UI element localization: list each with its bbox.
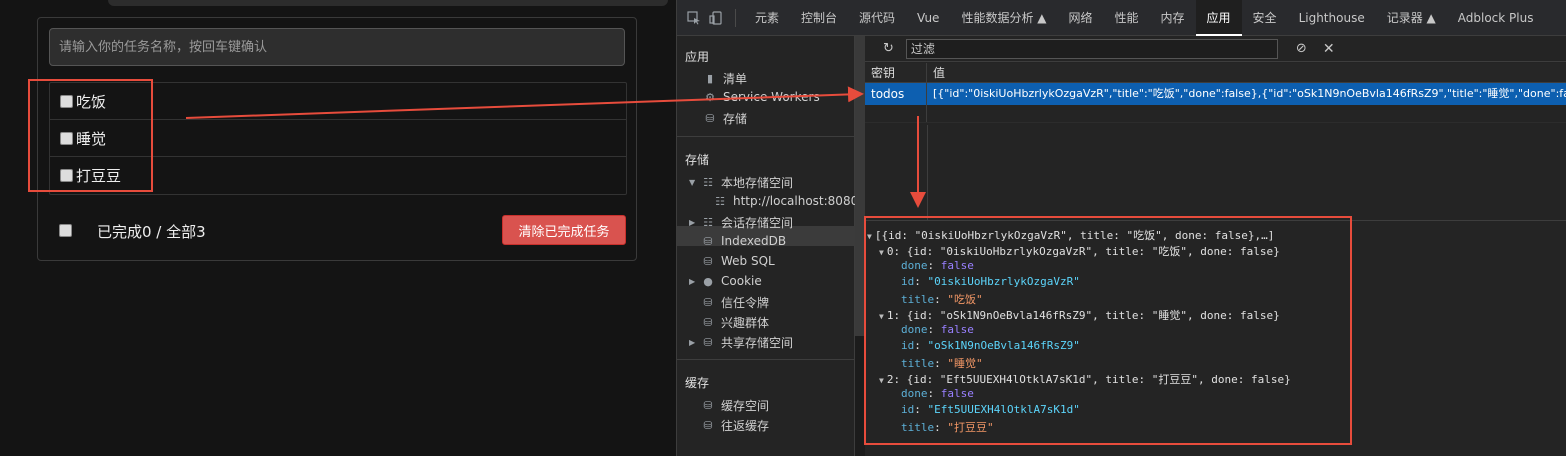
sidebar-header-application: 应用	[685, 50, 710, 64]
tab-vue[interactable]: Vue	[906, 0, 950, 36]
sidebar-item-indexeddb[interactable]: ⛁ IndexedDB	[701, 234, 786, 248]
devtools-tabbar: 元素 控制台 源代码 Vue 性能数据分析 ▲ 网络 性能 内存 应用 安全 L…	[677, 0, 1566, 36]
filter-input[interactable]	[905, 38, 1278, 59]
collapsed-triangle-icon: ▶	[689, 338, 696, 347]
todo-app: 吃饭 睡觉 打豆豆 已完成0 / 全部3 清除已完成任务	[0, 0, 676, 456]
collapsed-triangle-icon: ▶	[689, 218, 696, 227]
delete-selected-icon[interactable]: ✕	[1323, 41, 1335, 57]
clear-completed-button[interactable]: 清除已完成任务	[502, 215, 626, 245]
column-divider	[927, 125, 928, 220]
cookie-icon: ●	[703, 274, 713, 288]
sidebar-item-trust-tokens[interactable]: ⛁ 信任令牌	[701, 294, 769, 311]
tab-performance[interactable]: 性能	[1104, 0, 1150, 36]
expanded-triangle-icon: ▼	[689, 178, 696, 187]
sidebar-item-storage[interactable]: ⛁ 存储	[703, 110, 747, 127]
sidebar-header-cache: 缓存	[685, 376, 710, 390]
annotation-box-preview	[864, 216, 1352, 445]
task-name-input[interactable]	[49, 28, 625, 66]
sidebar-item-back-forward-cache[interactable]: ⛁ 往返缓存	[701, 417, 769, 434]
sidebar-item-shared-storage[interactable]: ▶ ⛁ 共享存储空间	[689, 334, 793, 351]
database-icon: ⛁	[703, 316, 713, 329]
refresh-icon[interactable]: ↻	[883, 41, 894, 56]
select-all-checkbox[interactable]	[59, 224, 72, 237]
sidebar-item-local-storage[interactable]: ▼ ☷ 本地存储空间	[689, 174, 793, 191]
column-header-key[interactable]: 密钥	[865, 63, 927, 82]
sidebar-item-cache-storage[interactable]: ⛁ 缓存空间	[701, 397, 769, 414]
column-header-value[interactable]: 值	[927, 63, 1566, 82]
sidebar-divider	[677, 136, 855, 137]
tab-application[interactable]: 应用	[1195, 0, 1242, 36]
tab-lighthouse[interactable]: Lighthouse	[1288, 0, 1376, 36]
tab-sources[interactable]: 源代码	[848, 0, 906, 36]
tab-memory[interactable]: 内存	[1150, 0, 1196, 36]
database-icon: ⛁	[703, 336, 713, 349]
key-value-table: 密钥 值 todos [{"id":"0iskiUoHbzrlykOzgaVzR…	[865, 63, 1566, 220]
sidebar-item-manifest[interactable]: ▮ 清单	[703, 70, 747, 87]
toolbar-divider	[735, 8, 736, 27]
application-sidebar: 应用 ▮ 清单 ⚙ Service Workers ⛁ 存储 存储 ▼ ☷ 本地存储空间 …	[677, 36, 862, 456]
database-icon: ⛁	[703, 296, 713, 309]
tab-console[interactable]: 控制台	[790, 0, 848, 36]
sidebar-header-storage: 存储	[685, 153, 710, 167]
sidebar-item-interest-groups[interactable]: ⛁ 兴趣群体	[701, 314, 769, 331]
database-icon: ⛁	[703, 254, 713, 268]
browser-top-edge	[108, 0, 668, 6]
grid-icon: ☷	[715, 194, 725, 208]
database-icon: ⛁	[705, 112, 715, 125]
row-key: todos	[865, 83, 927, 105]
inspect-element-icon[interactable]	[683, 7, 705, 29]
sidebar-item-session-storage[interactable]: ▶ ☷ 会话存储空间	[689, 214, 793, 231]
database-icon: ⛁	[703, 419, 713, 432]
device-toolbar-icon[interactable]	[705, 7, 727, 29]
tab-performance-insights[interactable]: 性能数据分析 ▲	[950, 0, 1057, 36]
grid-icon: ☷	[703, 216, 713, 229]
gear-icon: ⚙	[705, 90, 715, 104]
annotation-box-todo-list	[28, 79, 153, 192]
sidebar-item-cookie[interactable]: ▶ ● Cookie	[689, 274, 762, 288]
tab-recorder[interactable]: 记录器 ▲	[1376, 0, 1447, 36]
sidebar-divider	[677, 359, 855, 360]
completion-count: 已完成0 / 全部3	[97, 223, 206, 241]
table-header: 密钥 值	[865, 63, 1566, 83]
storage-toolbar: ↻ ⊘ ✕	[865, 36, 1566, 62]
tab-elements[interactable]: 元素	[744, 0, 790, 36]
sidebar-item-web-sql[interactable]: ⛁ Web SQL	[701, 254, 774, 268]
tab-adblock-plus[interactable]: Adblock Plus	[1447, 0, 1545, 36]
grid-icon: ☷	[703, 176, 713, 189]
database-icon: ⛁	[703, 399, 713, 412]
database-icon: ⛁	[703, 234, 713, 248]
document-icon: ▮	[706, 72, 714, 85]
sidebar-item-service-workers[interactable]: ⚙ Service Workers	[703, 90, 820, 104]
table-row[interactable]: todos [{"id":"0iskiUoHbzrlykOzgaVzR","ti…	[865, 83, 1566, 105]
row-value: [{"id":"0iskiUoHbzrlykOzgaVzR","title":"…	[933, 87, 1566, 100]
sidebar-item-localhost-origin[interactable]: ☷ http://localhost:8080/	[713, 194, 862, 208]
empty-row	[865, 105, 1566, 123]
tab-network[interactable]: 网络	[1057, 0, 1103, 36]
collapsed-triangle-icon: ▶	[689, 276, 696, 286]
tab-security[interactable]: 安全	[1242, 0, 1288, 36]
clear-all-icon[interactable]: ⊘	[1296, 41, 1307, 56]
